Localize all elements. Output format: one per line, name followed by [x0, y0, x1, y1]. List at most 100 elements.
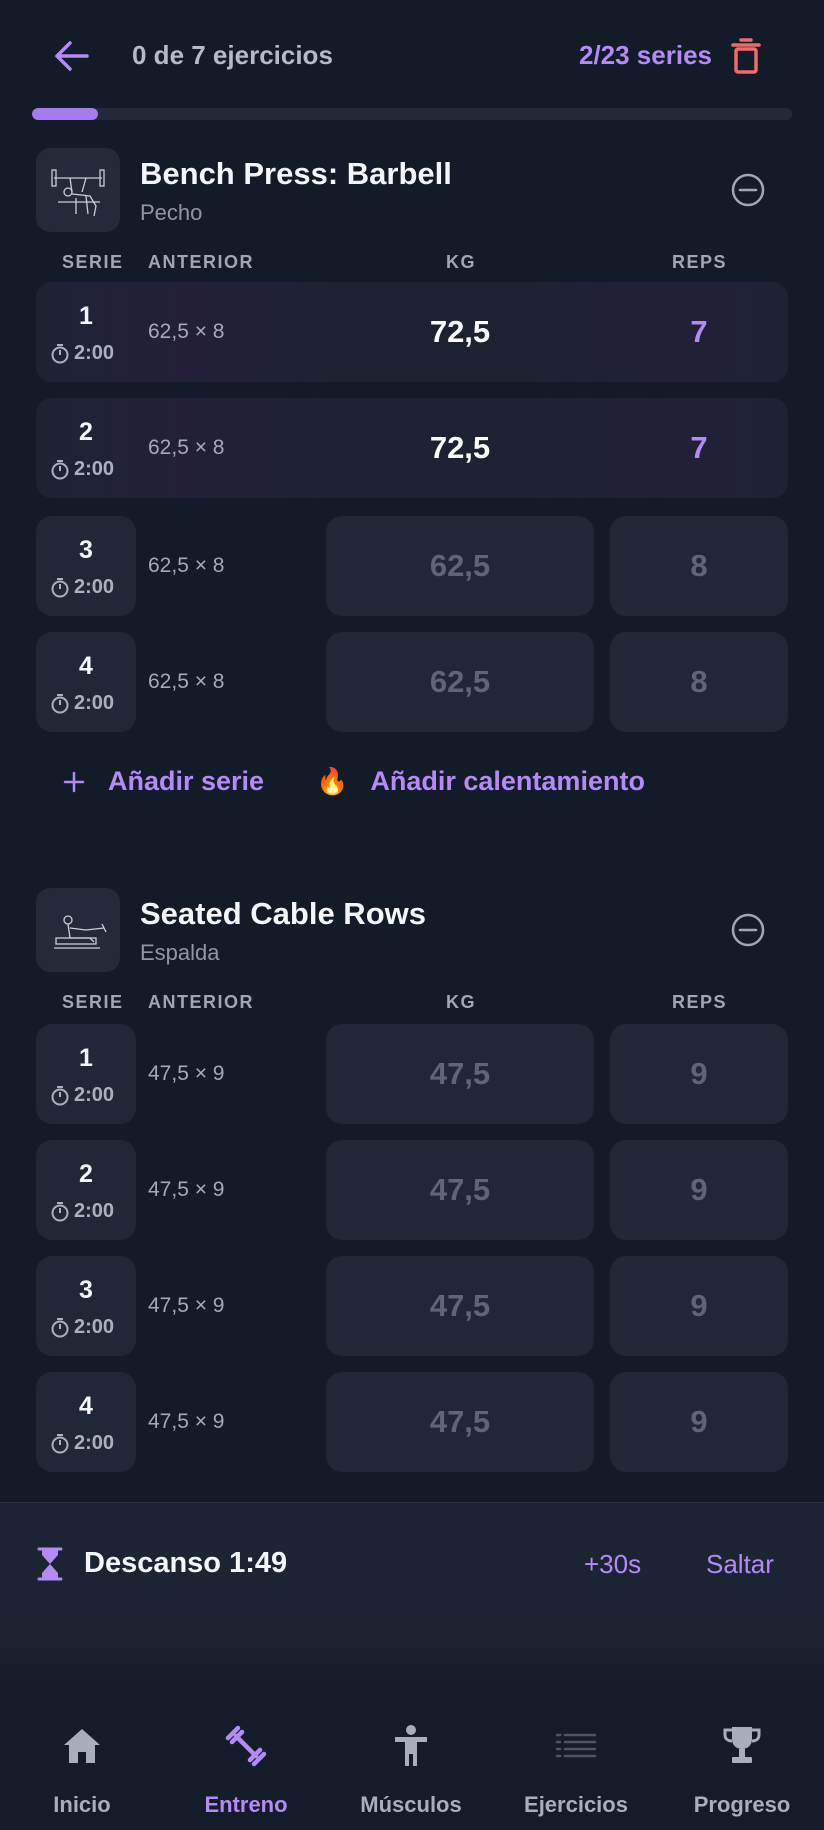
set-number-badge[interactable]: 1 2:00	[36, 1024, 136, 1124]
set-previous[interactable]: 47,5 × 9	[148, 1062, 224, 1086]
add-set-button[interactable]: Añadir serie	[62, 766, 264, 797]
set-number: 4	[79, 1392, 93, 1420]
reps-input[interactable]: 8	[610, 632, 788, 732]
set-timer-value: 2:00	[74, 1084, 115, 1106]
exercise-name[interactable]: Seated Cable Rows	[140, 896, 426, 932]
nav-item-inicio[interactable]: Inicio	[0, 1722, 164, 1818]
list-icon	[555, 1733, 597, 1758]
nav-label: Ejercicios	[524, 1792, 628, 1817]
set-row: 2 2:00 62,5 × 8 72,5 7	[36, 398, 788, 498]
back-button[interactable]	[50, 36, 94, 76]
exercise-name[interactable]: Bench Press: Barbell	[140, 156, 452, 192]
reps-input[interactable]: 9	[610, 1372, 788, 1472]
remove-exercise-button[interactable]	[728, 170, 768, 210]
stopwatch-icon	[51, 343, 69, 363]
stopwatch-icon	[51, 577, 69, 597]
arrow-left-icon	[55, 41, 89, 71]
stopwatch-icon	[51, 693, 69, 713]
set-timer-value: 2:00	[74, 576, 115, 598]
delete-workout-button[interactable]	[726, 34, 766, 78]
exercise-thumbnail[interactable]	[36, 888, 120, 972]
set-row: 4 2:00 47,5 × 9 47,5 9	[36, 1372, 788, 1472]
set-previous[interactable]: 47,5 × 9	[148, 1410, 224, 1434]
reps-input[interactable]: 9	[610, 1024, 788, 1124]
add-set-actions: Añadir serie 🔥 Añadir calentamiento	[0, 766, 824, 816]
set-number: 3	[79, 536, 93, 564]
set-number-badge[interactable]: 4 2:00	[36, 1372, 136, 1472]
add-warmup-button[interactable]: 🔥 Añadir calentamiento	[316, 766, 645, 797]
column-header-kg: KG	[446, 992, 476, 1012]
column-header-serie: SERIE	[62, 992, 124, 1012]
nav-item-progreso[interactable]: Progreso	[660, 1722, 824, 1818]
dumbbell-icon	[225, 1725, 267, 1767]
nav-label: Progreso	[693, 1792, 791, 1817]
set-number: 2	[79, 418, 93, 446]
set-number-badge[interactable]: 3 2:00	[36, 1256, 136, 1356]
set-row: 3 2:00 47,5 × 9 47,5 9	[36, 1256, 788, 1356]
set-number: 4	[79, 652, 93, 680]
exercise-counter: 0 de 7 ejercicios	[132, 40, 333, 70]
stopwatch-icon	[51, 1085, 69, 1105]
column-header-reps: REPS	[672, 252, 728, 272]
set-row: 3 2:00 62,5 × 8 62,5 8	[36, 516, 788, 616]
nav-item-ejercicios[interactable]: Ejercicios	[494, 1722, 658, 1818]
set-previous[interactable]: 47,5 × 9	[148, 1178, 224, 1202]
kg-input[interactable]: 62,5	[326, 516, 594, 616]
nav-separator	[0, 1626, 824, 1686]
set-previous[interactable]: 62,5 × 8	[148, 436, 224, 460]
reps-input[interactable]: 7	[610, 282, 788, 382]
column-header-kg: KG	[446, 252, 476, 272]
set-number-badge[interactable]: 2 2:00	[36, 398, 136, 498]
reps-input[interactable]: 8	[610, 516, 788, 616]
set-number: 2	[79, 1160, 93, 1188]
set-previous[interactable]: 62,5 × 8	[148, 320, 224, 344]
series-counter: 2/23 series	[578, 40, 712, 70]
exercise-muscle: Pecho	[140, 200, 203, 225]
kg-input[interactable]: 47,5	[326, 1140, 594, 1240]
rest-countdown: Descanso 1:49	[84, 1547, 288, 1579]
add-set-label: Añadir serie	[108, 766, 265, 796]
set-number: 1	[79, 1044, 93, 1072]
set-previous[interactable]: 62,5 × 8	[148, 670, 224, 694]
set-timer-value: 2:00	[74, 342, 115, 364]
kg-input[interactable]: 72,5	[326, 282, 594, 382]
nav-item-musculos[interactable]: Músculos	[329, 1722, 493, 1818]
set-row: 1 2:00 62,5 × 8 72,5 7	[36, 282, 788, 382]
nav-label: Músculos	[360, 1792, 462, 1817]
stopwatch-icon	[51, 1201, 69, 1221]
exercise-thumbnail[interactable]	[36, 148, 120, 232]
set-row: 4 2:00 62,5 × 8 62,5 8	[36, 632, 788, 732]
plus-icon	[63, 771, 85, 792]
set-number-badge[interactable]: 1 2:00	[36, 282, 136, 382]
set-rest-timer: 2:00	[50, 692, 114, 715]
add-warmup-label: Añadir calentamiento	[370, 766, 645, 796]
remove-exercise-button[interactable]	[728, 910, 768, 950]
reps-input[interactable]: 7	[610, 398, 788, 498]
set-rest-timer: 2:00	[50, 1316, 114, 1339]
set-row: 1 2:00 47,5 × 9 47,5 9	[36, 1024, 788, 1124]
set-number-badge[interactable]: 4 2:00	[36, 632, 136, 732]
reps-input[interactable]: 9	[610, 1256, 788, 1356]
fire-icon: 🔥	[316, 766, 349, 796]
set-rest-timer: 2:00	[50, 458, 114, 481]
set-previous[interactable]: 47,5 × 9	[148, 1294, 224, 1318]
reps-input[interactable]: 9	[610, 1140, 788, 1240]
kg-input[interactable]: 72,5	[326, 398, 594, 498]
column-header-anterior: ANTERIOR	[148, 992, 254, 1012]
set-rest-timer: 2:00	[50, 1084, 114, 1107]
nav-item-entreno[interactable]: Entreno	[164, 1722, 328, 1818]
set-number-badge[interactable]: 2 2:00	[36, 1140, 136, 1240]
kg-input[interactable]: 47,5	[326, 1024, 594, 1124]
minus-circle-icon	[731, 913, 765, 947]
kg-input[interactable]: 47,5	[326, 1372, 594, 1472]
kg-input[interactable]: 62,5	[326, 632, 594, 732]
add-30s-button[interactable]: +30s	[584, 1549, 641, 1580]
workout-progress-bar	[32, 108, 792, 120]
kg-input[interactable]: 47,5	[326, 1256, 594, 1356]
workout-progress-fill	[32, 108, 99, 120]
nav-label: Entreno	[204, 1792, 288, 1817]
set-number-badge[interactable]: 3 2:00	[36, 516, 136, 616]
body-icon	[395, 1725, 427, 1766]
skip-rest-button[interactable]: Saltar	[706, 1549, 774, 1580]
set-previous[interactable]: 62,5 × 8	[148, 554, 224, 578]
